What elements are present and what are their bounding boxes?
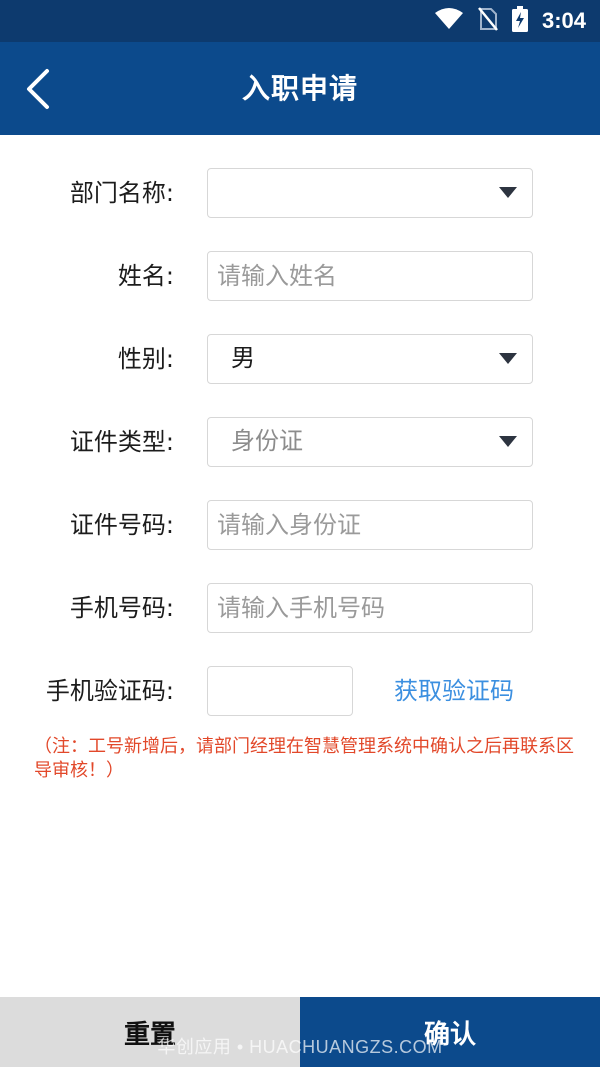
status-time: 3:04 <box>541 8 586 33</box>
id-number-label: 证件号码: <box>69 511 174 539</box>
app-bar: 入职申请 <box>0 42 600 135</box>
id-type-select[interactable]: 身份证 <box>207 417 533 467</box>
sms-code-row: 手机验证码: 获取验证码 <box>0 666 600 716</box>
name-row: 姓名: <box>0 251 600 301</box>
notice-text: （注：工号新增后，请部门经理在智慧管理系统中确认之后再联系区导审核！） <box>34 736 574 781</box>
name-input[interactable] <box>208 252 532 300</box>
gender-row: 性别: 男 <box>0 334 600 384</box>
back-button[interactable] <box>16 64 60 114</box>
footer-bar: 重置 确认 <box>0 997 600 1067</box>
confirm-button[interactable]: 确认 <box>300 997 600 1067</box>
gender-value: 男 <box>231 344 255 372</box>
id-type-row: 证件类型: 身份证 <box>0 417 600 467</box>
dropdown-arrow-icon <box>499 353 517 364</box>
no-sim-icon <box>477 7 498 35</box>
id-type-value: 身份证 <box>231 427 303 455</box>
dropdown-arrow-icon <box>499 187 517 198</box>
phone-field-box <box>207 583 533 633</box>
department-select[interactable] <box>207 168 533 218</box>
phone-label: 手机号码: <box>69 594 174 622</box>
get-code-button[interactable]: 获取验证码 <box>394 666 514 716</box>
dropdown-arrow-icon <box>499 436 517 447</box>
id-number-field-box <box>207 500 533 550</box>
status-icons: 3:04 <box>434 0 586 42</box>
wifi-icon <box>434 8 464 34</box>
id-number-row: 证件号码: <box>0 500 600 550</box>
chevron-left-icon <box>27 69 49 109</box>
status-bar: 3:04 <box>0 0 600 42</box>
name-field-box <box>207 251 533 301</box>
id-type-label: 证件类型: <box>69 428 174 456</box>
page-title: 入职申请 <box>241 72 358 105</box>
phone-row: 手机号码: <box>0 583 600 633</box>
department-row: 部门名称: <box>0 168 600 218</box>
battery-charging-icon <box>511 6 528 36</box>
id-number-input[interactable] <box>208 501 532 549</box>
name-label: 姓名: <box>117 262 174 290</box>
department-label: 部门名称: <box>69 179 174 207</box>
sms-code-label: 手机验证码: <box>45 677 174 705</box>
sms-code-field-box <box>207 666 353 716</box>
gender-select[interactable]: 男 <box>207 334 533 384</box>
gender-label: 性别: <box>117 345 174 373</box>
phone-input[interactable] <box>208 584 532 632</box>
sms-code-input[interactable] <box>208 667 352 715</box>
reset-button[interactable]: 重置 <box>0 997 300 1067</box>
